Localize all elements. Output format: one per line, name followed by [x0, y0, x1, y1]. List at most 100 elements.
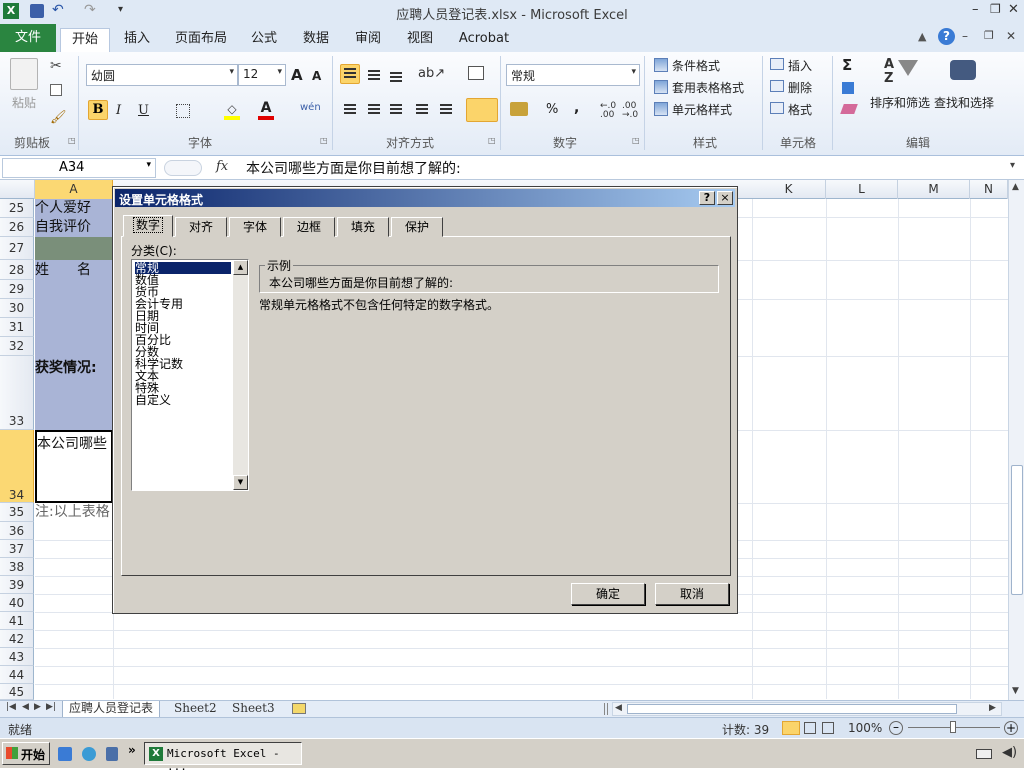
dialog-title-bar[interactable]: 设置单元格格式 ? ×	[115, 189, 735, 207]
scroll-thumb[interactable]	[1011, 465, 1023, 595]
cut-icon[interactable]: ✂	[50, 58, 62, 74]
quicklaunch-desktop-icon[interactable]	[58, 747, 72, 761]
cancel-button[interactable]: 取消	[655, 583, 729, 605]
format-cells-button[interactable]: 格式	[788, 101, 812, 118]
tab-number[interactable]: 数字	[123, 215, 173, 237]
align-right-icon[interactable]	[390, 104, 402, 106]
tab-split-handle[interactable]	[604, 703, 608, 715]
cell-styles-button[interactable]: 单元格样式	[672, 101, 732, 118]
help-icon[interactable]: ?	[938, 28, 955, 45]
tab-alignment[interactable]: 对齐	[175, 217, 227, 237]
cell-a30[interactable]	[35, 299, 113, 318]
paste-button[interactable]: 粘贴	[12, 94, 36, 111]
quicklaunch-media-icon[interactable]	[106, 747, 118, 761]
tab-font[interactable]: 字体	[229, 217, 281, 237]
tab-acrobat[interactable]: Acrobat	[454, 28, 514, 52]
row-header[interactable]: 31	[0, 318, 34, 337]
row-header[interactable]: 33	[0, 356, 34, 430]
sheet-tab[interactable]: Sheet2	[168, 701, 223, 718]
delete-cells-button[interactable]: 删除	[788, 79, 812, 96]
align-middle-icon[interactable]	[368, 70, 380, 72]
sheet-nav-last-icon[interactable]: ▶|	[46, 702, 56, 712]
zoom-out-icon[interactable]: –	[889, 721, 903, 735]
row-header[interactable]: 29	[0, 280, 34, 299]
fill-icon[interactable]	[842, 82, 854, 94]
select-all-corner[interactable]	[0, 180, 35, 199]
sheet-nav-next-icon[interactable]: ▶	[34, 702, 41, 712]
row-header[interactable]: 41	[0, 612, 34, 630]
cell-a28[interactable]: 姓 名	[35, 260, 113, 280]
cell-a29[interactable]	[35, 280, 113, 299]
font-name-combo[interactable]: 幼圆 ▾	[86, 64, 238, 86]
page-layout-view-icon[interactable]	[804, 722, 816, 734]
insert-cells-button[interactable]: 插入	[788, 57, 812, 74]
scroll-down-icon[interactable]: ▼	[1012, 686, 1019, 696]
tab-home[interactable]: 开始	[60, 28, 110, 52]
tab-border[interactable]: 边框	[283, 217, 335, 237]
underline-button[interactable]: U	[138, 103, 149, 118]
row-header[interactable]: 44	[0, 666, 34, 684]
tab-formulas[interactable]: 公式	[244, 28, 284, 52]
align-top-button[interactable]	[340, 64, 360, 84]
merge-center-button[interactable]	[466, 98, 498, 122]
minimize-ribbon-icon[interactable]: ▲	[918, 30, 926, 43]
row-header[interactable]: 35	[0, 503, 34, 522]
tab-view[interactable]: 视图	[400, 28, 440, 52]
border-icon[interactable]	[176, 104, 190, 118]
close-window-icon[interactable]: ✕	[1008, 2, 1019, 17]
tab-fill[interactable]: 填充	[337, 217, 389, 237]
decrease-indent-icon[interactable]	[416, 104, 428, 106]
row-header[interactable]: 39	[0, 576, 34, 594]
row-header[interactable]: 30	[0, 299, 34, 318]
row-header[interactable]: 36	[0, 522, 34, 540]
tab-protection[interactable]: 保护	[391, 217, 443, 237]
cell-a25[interactable]: 个人爱好	[35, 199, 113, 218]
shrink-font-button[interactable]: A	[312, 69, 321, 83]
row-header[interactable]: 25	[0, 199, 34, 218]
hscroll-left-icon[interactable]: ◀	[615, 703, 622, 713]
sort-filter-button[interactable]: 排序和筛选	[870, 94, 930, 111]
bold-button[interactable]: B	[88, 100, 108, 120]
cell-a33[interactable]: 获奖情况:	[35, 356, 113, 430]
wrap-text-icon[interactable]	[468, 66, 484, 80]
tab-insert[interactable]: 插入	[116, 28, 158, 52]
italic-button[interactable]: I	[116, 103, 121, 118]
formula-input[interactable]: 本公司哪些方面是你目前想了解的:	[246, 158, 461, 178]
vertical-scrollbar[interactable]: ▲ ▼	[1008, 180, 1024, 700]
font-color-icon[interactable]: A	[258, 100, 274, 120]
category-item[interactable]: 自定义	[135, 394, 171, 406]
cell-a35[interactable]: 注:以上表格	[35, 503, 113, 522]
format-painter-icon[interactable]: 🖌	[50, 110, 67, 125]
column-header-a[interactable]: A	[35, 180, 113, 199]
percent-style-button[interactable]: %	[546, 102, 558, 117]
find-select-button[interactable]: 查找和选择	[934, 94, 994, 111]
autosum-button[interactable]: Σ	[842, 56, 852, 74]
row-header[interactable]: 45	[0, 684, 34, 700]
cell-a31[interactable]	[35, 318, 113, 337]
increase-decimal-icon[interactable]: ←.0.00	[600, 102, 616, 120]
row-header[interactable]: 26	[0, 218, 34, 237]
decrease-decimal-icon[interactable]: .00 →.0	[622, 102, 638, 120]
font-launcher-icon[interactable]: ◳	[320, 136, 328, 145]
grow-font-button[interactable]: A	[291, 66, 303, 84]
horizontal-scrollbar[interactable]: ◀ ▶	[612, 702, 1002, 716]
column-header-k[interactable]: K	[752, 180, 826, 199]
paste-icon[interactable]	[10, 58, 38, 90]
sheet-nav-prev-icon[interactable]: ◀	[22, 702, 29, 712]
close-workbook-icon[interactable]: ✕	[1006, 29, 1016, 43]
quicklaunch-ie-icon[interactable]	[82, 747, 96, 761]
cell-a26[interactable]: 自我评价	[35, 218, 113, 237]
conditional-formatting-button[interactable]: 条件格式	[672, 57, 720, 74]
zoom-level[interactable]: 100%	[848, 721, 882, 735]
category-scrollbar[interactable]: ▲ ▼	[233, 260, 248, 490]
tab-page-layout[interactable]: 页面布局	[170, 28, 232, 52]
dialog-help-button[interactable]: ?	[699, 191, 715, 205]
row-header-selected[interactable]: 34	[0, 430, 34, 503]
row-header[interactable]: 43	[0, 648, 34, 666]
align-bottom-icon[interactable]	[390, 72, 402, 74]
fill-color-icon[interactable]: ◇	[224, 102, 240, 120]
comma-style-button[interactable]: ,	[574, 100, 579, 116]
zoom-in-icon[interactable]: +	[1004, 721, 1018, 735]
minimize-window-icon[interactable]: –	[972, 2, 979, 17]
insert-sheet-icon[interactable]	[292, 703, 306, 714]
